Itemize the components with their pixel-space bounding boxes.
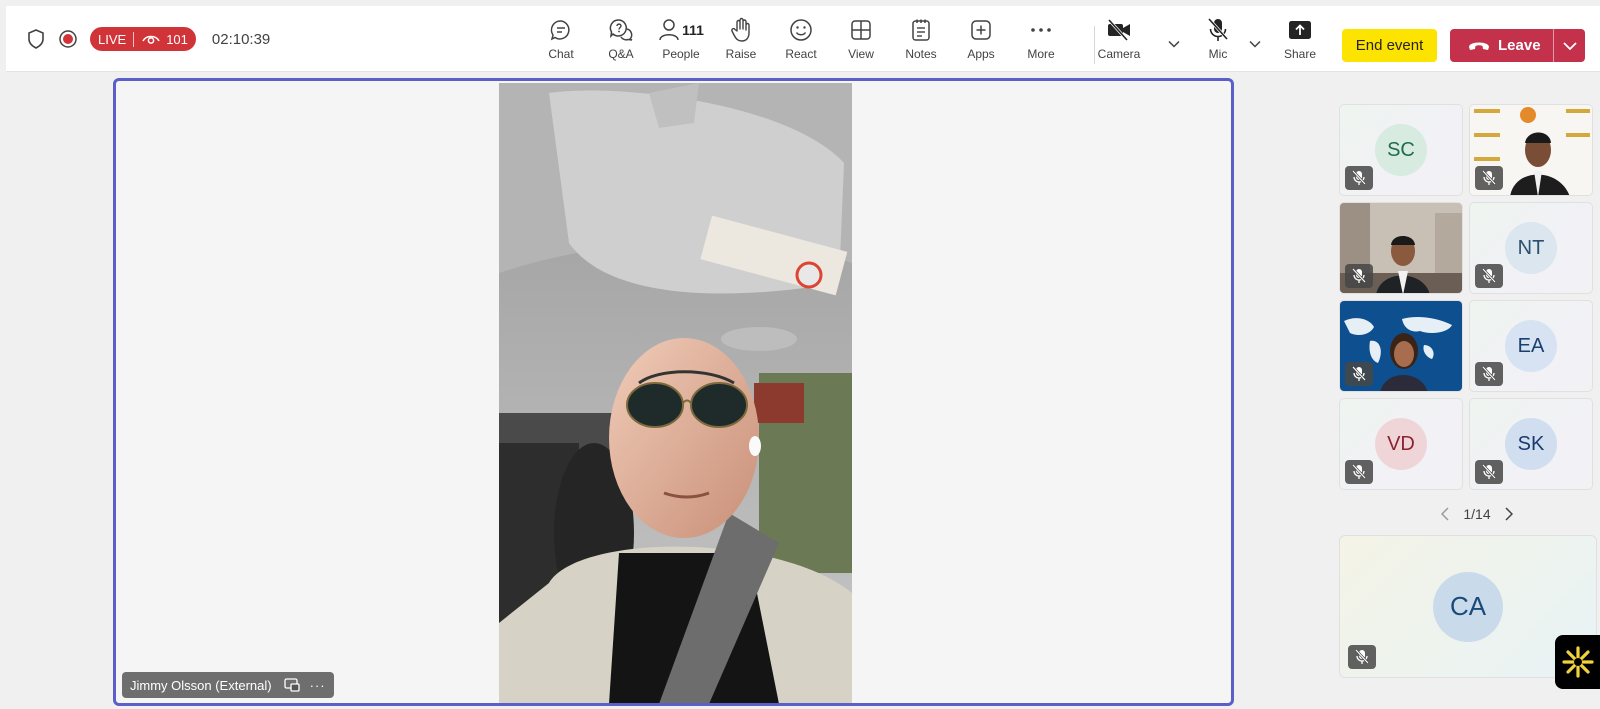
camera-button[interactable]: Camera [1089, 16, 1149, 66]
mic-options-chevron-icon[interactable] [1247, 36, 1263, 52]
react-label: React [785, 47, 817, 61]
chevron-left-icon[interactable] [1435, 507, 1455, 521]
muted-mic-icon [1475, 166, 1503, 190]
mic-label: Mic [1208, 47, 1228, 61]
presenter-name-tag[interactable]: Jimmy Olsson (External) ··· [122, 672, 334, 698]
more-label: More [1027, 47, 1055, 61]
muted-mic-icon [1345, 166, 1373, 190]
chat-label: Chat [548, 47, 574, 61]
gallery-pager: 1/14 [1427, 504, 1527, 524]
recording-icon[interactable] [52, 23, 84, 55]
share-screen-icon [1288, 16, 1312, 44]
eye-icon [142, 33, 160, 45]
avatar: VD [1375, 418, 1427, 470]
notes-icon [911, 16, 931, 44]
meeting-status-area: LIVE 101 02:10:39 [20, 6, 270, 72]
presenter-video[interactable] [499, 83, 852, 703]
smiley-icon [789, 16, 813, 44]
avatar: CA [1433, 571, 1503, 642]
participant-tile[interactable]: SK [1469, 398, 1593, 490]
more-options-icon[interactable]: ··· [310, 678, 326, 693]
presenter-name: Jimmy Olsson (External) [130, 677, 272, 693]
muted-mic-icon [1475, 460, 1503, 484]
muted-mic-icon [1345, 362, 1373, 386]
share-button[interactable]: Share [1270, 16, 1330, 66]
chat-icon [549, 16, 573, 44]
camera-options-chevron-icon[interactable] [1166, 36, 1182, 52]
page-indicator: 1/14 [1463, 506, 1491, 522]
mic-button[interactable]: Mic [1188, 16, 1248, 66]
more-button[interactable]: More [1011, 16, 1071, 66]
leave-button[interactable]: Leave [1450, 29, 1553, 62]
avatar: EA [1505, 320, 1557, 372]
raise-label: Raise [725, 47, 757, 61]
grid-view-icon [850, 16, 872, 44]
participant-tile[interactable]: VD [1339, 398, 1463, 490]
people-button[interactable]: 111 People [651, 16, 711, 66]
sparkle-app-icon[interactable] [1555, 635, 1600, 689]
camera-label: Camera [1097, 47, 1141, 61]
react-button[interactable]: React [771, 16, 831, 66]
view-button[interactable]: View [831, 16, 891, 66]
muted-mic-icon [1475, 264, 1503, 288]
hand-icon [730, 16, 752, 44]
qa-button[interactable]: Q&A [591, 16, 651, 66]
people-label: People [662, 47, 700, 61]
people-icon-group: 111 [658, 16, 704, 44]
live-label: LIVE [98, 31, 135, 47]
hang-up-icon [1469, 42, 1489, 50]
live-badge[interactable]: LIVE 101 [90, 27, 196, 51]
leave-button-group: Leave [1450, 29, 1585, 62]
notes-button[interactable]: Notes [891, 16, 951, 66]
muted-mic-icon [1345, 460, 1373, 484]
participant-tile[interactable]: SC [1339, 104, 1463, 196]
participant-video-tile[interactable] [1469, 104, 1593, 196]
participant-video-tile[interactable] [1339, 300, 1463, 392]
share-label: Share [1283, 47, 1317, 61]
main-stage: Jimmy Olsson (External) ··· [113, 78, 1234, 706]
participant-video-tile[interactable] [1339, 202, 1463, 294]
avatar: NT [1505, 222, 1557, 274]
avatar: SK [1505, 418, 1557, 470]
people-count: 111 [682, 22, 704, 38]
end-event-button[interactable]: End event [1342, 29, 1437, 62]
meeting-timer: 02:10:39 [211, 30, 271, 48]
avatar: SC [1375, 124, 1427, 176]
muted-mic-icon [1345, 264, 1373, 288]
more-dots-icon [1030, 16, 1052, 44]
view-label: View [848, 47, 874, 61]
meeting-toolbar: LIVE 101 02:10:39 Chat Q&A 111 People Ra… [6, 6, 1600, 72]
apps-label: Apps [967, 47, 995, 61]
qa-icon [608, 16, 634, 44]
shield-icon[interactable] [20, 23, 52, 55]
muted-mic-icon [1348, 645, 1376, 669]
content-share-icon[interactable] [283, 678, 300, 692]
camera-off-icon [1106, 16, 1132, 44]
qa-label: Q&A [608, 47, 634, 61]
chevron-right-icon[interactable] [1499, 507, 1519, 521]
apps-button[interactable]: Apps [951, 16, 1011, 66]
participant-tile[interactable]: EA [1469, 300, 1593, 392]
add-apps-icon [970, 16, 992, 44]
chat-button[interactable]: Chat [531, 16, 591, 66]
notes-label: Notes [905, 47, 937, 61]
leave-label: Leave [1498, 37, 1541, 54]
participant-tile[interactable]: NT [1469, 202, 1593, 294]
mic-off-icon [1207, 16, 1229, 44]
viewer-count: 101 [166, 31, 188, 47]
muted-mic-icon [1475, 362, 1503, 386]
people-icon [659, 19, 679, 41]
raise-hand-button[interactable]: Raise [711, 16, 771, 66]
leave-options-chevron-icon[interactable] [1554, 41, 1585, 50]
